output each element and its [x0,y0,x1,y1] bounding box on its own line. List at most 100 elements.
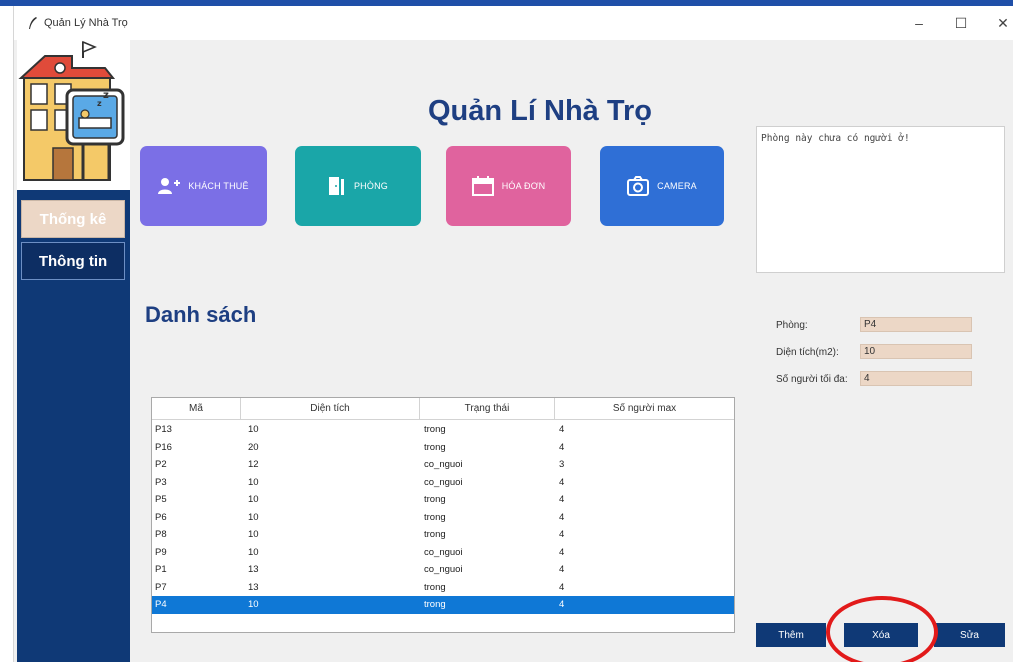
room-note-textarea[interactable]: Phòng này chưa có người ở! [756,126,1005,273]
camera-button[interactable]: CAMERA [600,146,724,226]
table-cell: trong [424,511,446,523]
table-cell: P1 [155,564,167,575]
title-bar: Quản Lý Nhà Trọ – ☐ ✕ [14,6,1013,40]
room-table[interactable]: Mã Diện tích Trạng thái Số người max P1 3… [151,397,735,633]
table-cell: 20 [248,441,259,453]
table-cell: 4 [559,546,565,558]
app-logo: z z [17,40,130,190]
table-row[interactable]: P4 10 trong 4 [152,596,734,614]
table-cell: P9 [155,546,167,558]
phong-label: Phòng: [776,320,808,331]
maximize-button[interactable]: ☐ [946,12,976,34]
table-cell: P2 [155,459,167,470]
table-cell: trong [424,529,446,540]
minimize-button[interactable]: – [904,12,934,34]
table-cell: 4 [559,581,565,593]
dien-tich-field[interactable]: 10 [860,344,972,359]
sidebar-item-thong-ke[interactable]: Thống kê [21,200,125,238]
table-cell: 4 [559,424,565,435]
tile-label: CAMERA [657,181,697,191]
table-row[interactable]: P7 13 trong 4 [152,579,734,597]
so-nguoi-toi-da-field[interactable]: 4 [860,371,972,386]
boarding-house-logo-icon: z z [18,40,125,181]
svg-text:z: z [103,90,109,101]
table-cell: trong [424,441,446,453]
table-row[interactable]: P8 10 trong 4 [152,526,734,544]
table-row[interactable]: P2 12 co_nguoi 3 [152,456,734,474]
table-cell: 10 [248,424,259,435]
table-cell: 13 [248,581,259,593]
table-cell: P16 [155,441,172,453]
table-row[interactable]: P9 10 co_nguoi 4 [152,544,734,562]
table-cell: 4 [559,599,565,610]
phong-button[interactable]: PHÒNG [295,146,421,226]
table-cell: trong [424,599,446,610]
door-icon [328,176,346,196]
table-cell: 10 [248,494,259,505]
red-highlight-circle [826,596,938,662]
table-cell: 4 [559,441,565,453]
table-cell: 3 [559,459,565,470]
table-cell: co_nguoi [424,564,463,575]
table-cell: co_nguoi [424,476,463,488]
table-cell: P3 [155,476,167,488]
tile-label: HÓA ĐƠN [501,181,546,191]
table-cell: P7 [155,581,167,593]
table-cell: 10 [248,599,259,610]
column-header-so-nguoi-max[interactable]: Số người max [555,403,734,414]
table-cell: 4 [559,529,565,540]
hoa-don-button[interactable]: HÓA ĐƠN [446,146,571,226]
app-window: Quản Lý Nhà Trọ – ☐ ✕ z z Thống kê Thông… [0,0,1013,662]
table-cell: 10 [248,546,259,558]
so-nguoi-toi-da-label: Số người tối đa: [776,374,848,385]
table-row[interactable]: P5 10 trong 4 [152,491,734,509]
sidebar: z z Thống kê Thông tin [17,40,130,662]
table-cell: trong [424,581,446,593]
table-cell: P4 [155,599,167,610]
tile-label: PHÒNG [353,181,388,191]
table-row[interactable]: P3 10 co_nguoi 4 [152,474,734,492]
table-cell: 10 [248,476,259,488]
column-header-trang-thai[interactable]: Trạng thái [420,403,554,414]
table-cell: 13 [248,564,259,575]
table-header: Mã Diện tích Trạng thái Số người max [152,398,734,420]
svg-text:z: z [97,99,102,108]
feather-icon [29,17,37,29]
table-cell: 4 [559,494,565,505]
table-row[interactable]: P1 13 co_nguoi 4 [152,561,734,579]
section-title: Danh sách [145,302,257,327]
table-cell: P6 [155,511,167,523]
sidebar-item-thong-tin[interactable]: Thông tin [21,242,125,280]
add-button[interactable]: Thêm [756,623,826,647]
camera-icon [627,176,650,196]
window-title: Quản Lý Nhà Trọ [44,17,128,29]
table-cell: 12 [248,459,259,470]
table-cell: P5 [155,494,167,505]
edit-button[interactable]: Sửa [934,623,1005,647]
dien-tich-label: Diện tích(m2): [776,347,839,358]
table-cell: co_nguoi [424,459,463,470]
background-window-edge [0,6,14,662]
table-cell: 10 [248,529,259,540]
table-cell: co_nguoi [424,546,463,558]
table-cell: 10 [248,511,259,523]
table-cell: trong [424,494,446,505]
table-cell: 4 [559,511,565,523]
table-cell: 4 [559,476,565,488]
khach-thue-button[interactable]: KHÁCH THUÊ [140,146,267,226]
table-cell: P8 [155,529,167,540]
phong-field[interactable]: P4 [860,317,972,332]
detail-panel: Phòng này chưa có người ở! Phòng: P4 Diệ… [756,126,1005,662]
table-cell: trong [424,424,446,435]
page-title: Quản Lí Nhà Trọ [428,95,652,127]
table-cell: 4 [559,564,565,575]
table-row[interactable]: P6 10 trong 4 [152,509,734,527]
calendar-icon [471,176,494,196]
table-row[interactable]: P13 10 trong 4 [152,421,734,439]
column-header-dien-tich[interactable]: Diện tích [241,403,419,414]
add-user-icon [158,177,181,195]
table-row[interactable]: P16 20 trong 4 [152,439,734,457]
column-header-ma[interactable]: Mã [152,403,240,414]
close-button[interactable]: ✕ [988,12,1013,34]
tile-label: KHÁCH THUÊ [188,181,249,191]
